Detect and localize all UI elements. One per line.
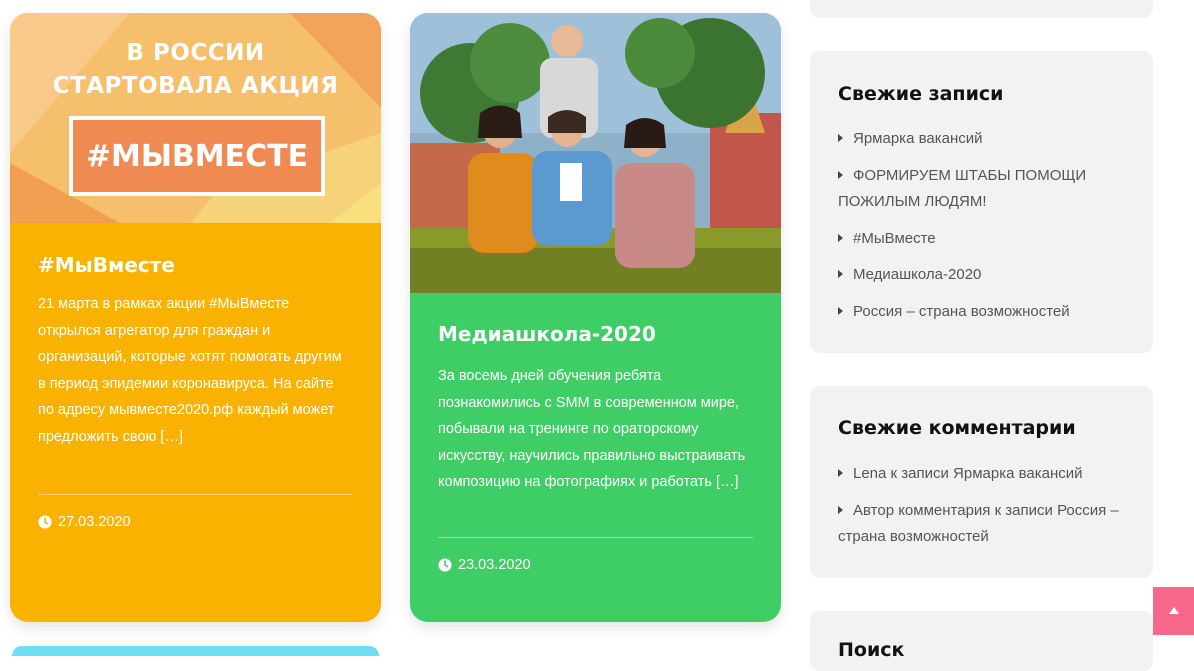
banner-line-1: В РОССИИ	[126, 40, 265, 66]
recent-post-link[interactable]: Ярмарка вакансий	[838, 126, 1138, 153]
group-photo	[410, 13, 781, 293]
scroll-to-top-button[interactable]	[1153, 587, 1194, 635]
post-excerpt: За восемь дней обучения ребята познакоми…	[438, 368, 746, 490]
recent-post-link[interactable]: Медиашкола-2020	[838, 262, 1138, 289]
banner-background: В РОССИИ СТАРТОВАЛА АКЦИЯ #МЫВМЕСТЕ	[10, 13, 381, 223]
recent-post-link[interactable]: #МыВместе	[838, 226, 1138, 253]
post-card-mivmeste[interactable]: В РОССИИ СТАРТОВАЛА АКЦИЯ #МЫВМЕСТЕ #МыВ…	[10, 13, 381, 622]
recent-post-link[interactable]: ФОРМИРУЕМ ШТАБЫ ПОМОЩИ ПОЖИЛЫМ ЛЮДЯМ!	[838, 163, 1138, 216]
card-divider	[438, 537, 753, 538]
post-title[interactable]: Медиашкола-2020	[438, 322, 656, 346]
chevron-up-icon	[1168, 607, 1179, 614]
recent-posts-list: Ярмарка вакансий ФОРМИРУЕМ ШТАБЫ ПОМОЩИ …	[838, 126, 1138, 335]
post-date-text: 27.03.2020	[58, 514, 131, 530]
banner-line-2: СТАРТОВАЛА АКЦИЯ	[52, 73, 339, 99]
widget-recent-posts: Свежие записи Ярмарка вакансий ФОРМИРУЕМ…	[810, 51, 1153, 353]
widget-title: Свежие записи	[838, 83, 1004, 105]
card-divider	[38, 494, 353, 495]
post-image-banner[interactable]: В РОССИИ СТАРТОВАЛА АКЦИЯ #МЫВМЕСТЕ	[10, 13, 381, 223]
recent-comment[interactable]: Автор комментария к записи Россия – стра…	[838, 498, 1138, 551]
post-image-photo[interactable]	[410, 13, 781, 293]
post-card-mediashkola[interactable]: Медиашкола-2020 За восемь дней обучения …	[410, 13, 781, 622]
caret-right-icon	[838, 270, 843, 278]
widget-recent-comments: Свежие комментарии Lena к записи Ярмарка…	[810, 386, 1153, 578]
caret-right-icon	[838, 469, 843, 477]
widget-title: Свежие комментарии	[838, 417, 1076, 439]
caret-right-icon	[838, 306, 843, 315]
widget-title: Поиск	[838, 639, 905, 661]
post-title[interactable]: #МыВместе	[38, 253, 175, 277]
recent-post-link[interactable]: Россия – страна возможностей	[838, 299, 1138, 326]
clock-icon	[38, 515, 52, 529]
recent-comments-list: Lena к записи Ярмарка вакансий Автор ком…	[838, 461, 1138, 561]
caret-right-icon	[838, 170, 843, 179]
caret-right-icon	[838, 233, 843, 242]
recent-comment[interactable]: Lena к записи Ярмарка вакансий	[838, 461, 1138, 488]
post-card-next[interactable]	[12, 646, 379, 656]
post-date: 23.03.2020	[438, 557, 531, 573]
caret-right-icon	[838, 134, 843, 142]
clock-icon	[438, 558, 452, 572]
post-excerpt: 21 марта в рамках акции #МыВместе открыл…	[38, 296, 342, 445]
widget-search: Поиск	[810, 611, 1153, 671]
banner-hashtag: #МЫВМЕСТЕ	[69, 116, 325, 196]
post-date: 27.03.2020	[38, 514, 131, 530]
widget-previous	[810, 0, 1153, 18]
post-date-text: 23.03.2020	[458, 557, 531, 573]
caret-right-icon	[838, 505, 843, 514]
